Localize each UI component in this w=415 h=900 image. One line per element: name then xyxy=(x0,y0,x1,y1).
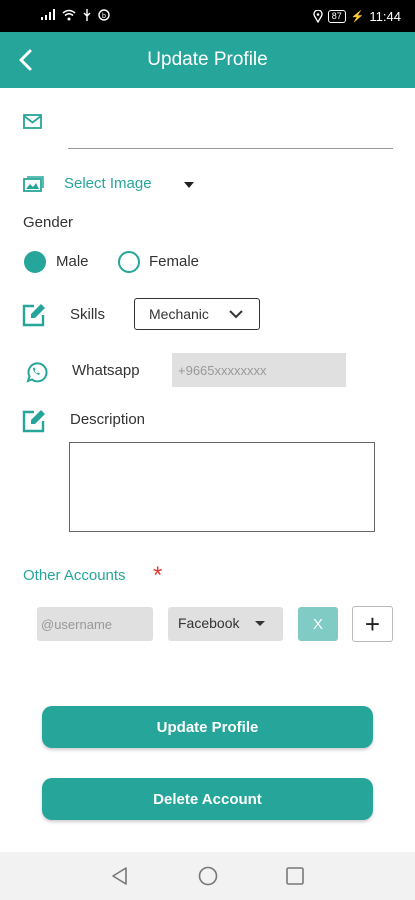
status-bar: b 87 ⚡ 11:44 xyxy=(0,0,415,32)
description-label: Description xyxy=(70,411,146,428)
signal-icon xyxy=(41,9,55,20)
image-icon xyxy=(23,176,44,192)
select-image-link[interactable]: Select Image xyxy=(64,175,152,192)
svg-text:b: b xyxy=(102,13,106,20)
data-saver-icon: b xyxy=(98,9,110,21)
app-bar: Update Profile xyxy=(0,32,415,88)
gender-male-radio[interactable] xyxy=(24,251,46,273)
username-field[interactable] xyxy=(37,607,153,641)
platform-dropdown[interactable]: Facebook xyxy=(168,607,283,641)
edit-icon xyxy=(22,410,45,433)
delete-account-button[interactable]: Delete Account xyxy=(42,778,373,820)
wifi-icon xyxy=(62,9,76,21)
nav-home-icon[interactable] xyxy=(198,866,218,886)
email-field[interactable] xyxy=(68,112,393,146)
skills-selected-value: Mechanic xyxy=(149,306,209,322)
skills-dropdown[interactable]: Mechanic xyxy=(134,298,260,330)
system-nav-bar xyxy=(0,852,415,900)
battery-level: 87 xyxy=(327,10,346,23)
chevron-down-icon[interactable] xyxy=(184,182,194,188)
page-title: Update Profile xyxy=(147,49,268,70)
nav-back-icon[interactable] xyxy=(110,866,128,886)
clock: 11:44 xyxy=(369,9,401,24)
location-icon xyxy=(313,10,323,23)
platform-selected-value: Facebook xyxy=(178,615,240,631)
chevron-down-icon xyxy=(229,310,243,319)
edit-icon xyxy=(22,304,45,327)
email-underline xyxy=(68,148,393,149)
caret-down-icon xyxy=(255,621,265,626)
whatsapp-field[interactable] xyxy=(172,353,346,387)
email-icon xyxy=(23,114,42,129)
update-profile-button[interactable]: Update Profile xyxy=(42,706,373,748)
description-field[interactable] xyxy=(69,442,375,532)
back-arrow-icon[interactable] xyxy=(12,46,40,74)
whatsapp-icon xyxy=(26,362,48,383)
nav-recents-icon[interactable] xyxy=(286,867,304,885)
add-account-button[interactable]: + xyxy=(352,606,393,642)
whatsapp-label: Whatsapp xyxy=(72,362,140,379)
status-icons-left: b xyxy=(40,9,110,21)
remove-account-button[interactable]: X xyxy=(298,607,338,641)
usb-icon xyxy=(83,9,91,21)
charging-icon: ⚡ xyxy=(350,11,365,23)
gender-female-label: Female xyxy=(149,253,200,270)
other-accounts-label: Other Accounts xyxy=(23,567,126,584)
gender-label: Gender xyxy=(23,214,74,231)
status-icons-right: 87 ⚡ 11:44 xyxy=(313,9,401,24)
gender-female-radio[interactable] xyxy=(118,251,140,273)
skills-label: Skills xyxy=(70,306,106,323)
gender-male-label: Male xyxy=(56,253,89,270)
required-asterisk: * xyxy=(153,562,163,589)
